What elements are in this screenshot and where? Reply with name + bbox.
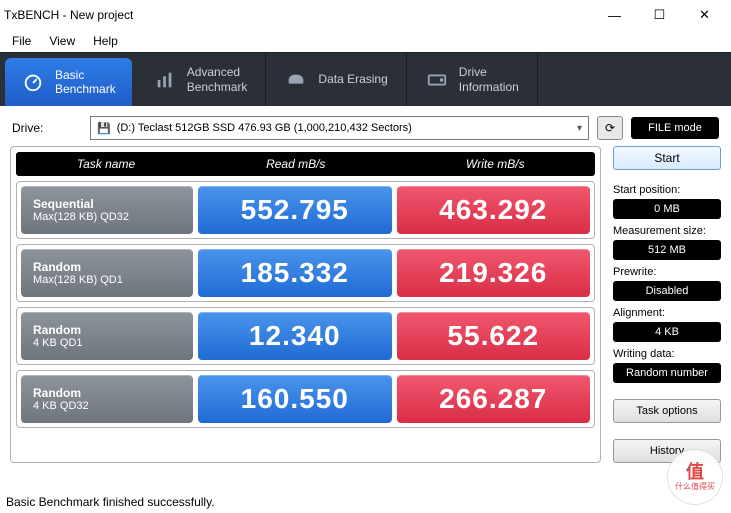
- menu-view[interactable]: View: [41, 32, 83, 50]
- chevron-down-icon: ▾: [577, 123, 582, 134]
- measurement-size-value[interactable]: 512 MB: [613, 240, 721, 260]
- prewrite-value[interactable]: Disabled: [613, 281, 721, 301]
- read-value: 552.795: [198, 186, 392, 234]
- tab-label: Advanced Benchmark: [187, 65, 248, 94]
- header-write: Write mB/s: [396, 152, 596, 176]
- refresh-icon: ⟳: [605, 121, 615, 135]
- task-name-cell[interactable]: SequentialMax(128 KB) QD32: [21, 186, 193, 234]
- status-bar: Basic Benchmark finished successfully.: [6, 495, 215, 509]
- tab-label: Data Erasing: [318, 72, 387, 86]
- alignment-label: Alignment:: [613, 307, 721, 319]
- watermark-char: 值: [686, 463, 704, 481]
- erase-icon: [284, 68, 308, 92]
- menubar: File View Help: [0, 30, 731, 52]
- read-value: 185.332: [198, 249, 392, 297]
- minimize-button[interactable]: ―: [592, 1, 637, 29]
- task-name-cell[interactable]: RandomMax(128 KB) QD1: [21, 249, 193, 297]
- grid-header: Task name Read mB/s Write mB/s: [16, 152, 595, 176]
- write-value: 219.326: [397, 249, 591, 297]
- measurement-size-label: Measurement size:: [613, 225, 721, 237]
- alignment-value[interactable]: 4 KB: [613, 322, 721, 342]
- drive-value: (D:) Teclast 512GB SSD 476.93 GB (1,000,…: [117, 122, 412, 134]
- tab-advanced-benchmark[interactable]: Advanced Benchmark: [135, 53, 267, 106]
- drive-disk-icon: 💾: [97, 122, 111, 135]
- task-name-cell[interactable]: Random4 KB QD1: [21, 312, 193, 360]
- drive-select[interactable]: 💾 (D:) Teclast 512GB SSD 476.93 GB (1,00…: [90, 116, 589, 140]
- result-row: Random4 KB QD32 160.550 266.287: [16, 370, 595, 428]
- chart-icon: [153, 68, 177, 92]
- read-value: 160.550: [198, 375, 392, 423]
- results-grid: Task name Read mB/s Write mB/s Sequentia…: [10, 146, 601, 463]
- gauge-icon: [21, 70, 45, 94]
- writing-data-value[interactable]: Random number: [613, 363, 721, 383]
- watermark: 值 什么值得买: [667, 449, 723, 505]
- refresh-button[interactable]: ⟳: [597, 116, 623, 140]
- result-row: RandomMax(128 KB) QD1 185.332 219.326: [16, 244, 595, 302]
- menu-file[interactable]: File: [4, 32, 39, 50]
- drive-label: Drive:: [12, 121, 82, 135]
- header-read: Read mB/s: [196, 152, 396, 176]
- prewrite-label: Prewrite:: [613, 266, 721, 278]
- start-button[interactable]: Start: [613, 146, 721, 170]
- tab-data-erasing[interactable]: Data Erasing: [266, 53, 406, 106]
- maximize-button[interactable]: ☐: [637, 1, 682, 29]
- result-row: SequentialMax(128 KB) QD32 552.795 463.2…: [16, 181, 595, 239]
- write-value: 55.622: [397, 312, 591, 360]
- write-value: 266.287: [397, 375, 591, 423]
- task-name-cell[interactable]: Random4 KB QD32: [21, 375, 193, 423]
- task-options-button[interactable]: Task options: [613, 399, 721, 423]
- drive-icon: [425, 68, 449, 92]
- tab-label: Drive Information: [459, 65, 519, 94]
- tab-drive-information[interactable]: Drive Information: [407, 53, 538, 106]
- write-value: 463.292: [397, 186, 591, 234]
- tab-basic-benchmark[interactable]: Basic Benchmark: [5, 58, 132, 106]
- writing-data-label: Writing data:: [613, 348, 721, 360]
- window-title: TxBENCH - New project: [4, 8, 592, 22]
- tab-bar: Basic Benchmark Advanced Benchmark Data …: [0, 52, 731, 106]
- file-mode-button[interactable]: FILE mode: [631, 117, 719, 139]
- side-panel: Start Start position: 0 MB Measurement s…: [613, 146, 721, 463]
- result-row: Random4 KB QD1 12.340 55.622: [16, 307, 595, 365]
- read-value: 12.340: [198, 312, 392, 360]
- close-button[interactable]: ✕: [682, 1, 727, 29]
- start-position-label: Start position:: [613, 184, 721, 196]
- menu-help[interactable]: Help: [85, 32, 126, 50]
- titlebar: TxBENCH - New project ― ☐ ✕: [0, 0, 731, 30]
- watermark-text: 什么值得买: [675, 481, 715, 492]
- drive-row: Drive: 💾 (D:) Teclast 512GB SSD 476.93 G…: [0, 106, 731, 146]
- tab-label: Basic Benchmark: [55, 68, 116, 97]
- header-taskname: Task name: [16, 152, 196, 176]
- start-position-value[interactable]: 0 MB: [613, 199, 721, 219]
